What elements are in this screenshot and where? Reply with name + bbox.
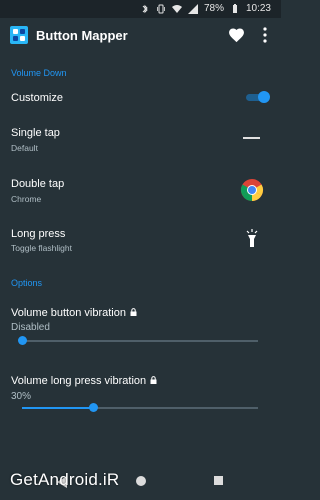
lock-icon (130, 308, 137, 316)
app-logo-icon (10, 26, 28, 44)
battery-percent: 78% (203, 3, 224, 14)
app-bar: Button Mapper (0, 18, 281, 56)
vibration-title-text: Volume button vibration (11, 307, 126, 319)
overflow-menu-icon[interactable] (262, 27, 268, 43)
vibration-slider[interactable] (18, 336, 258, 346)
status-bar: 78% 10:23 (0, 0, 281, 18)
slider-thumb[interactable] (88, 403, 98, 412)
status-icons: 78% 10:23 (140, 3, 271, 14)
slider-thumb[interactable] (18, 336, 27, 345)
customize-toggle[interactable] (244, 91, 270, 103)
double-tap-summary: Chrome (11, 194, 42, 204)
section-header-options: Options (11, 278, 43, 288)
single-tap-summary: Default (11, 143, 38, 153)
long-press-vibration-value: 30% (11, 391, 32, 402)
flashlight-icon (246, 229, 258, 247)
recents-icon[interactable] (214, 476, 223, 485)
section-header-volume-down: Volume Down (11, 68, 67, 78)
double-tap-title: Double tap (11, 178, 65, 190)
clock: 10:23 (245, 3, 271, 14)
long-press-title: Long press (11, 228, 66, 240)
long-press-summary: Toggle flashlight (11, 243, 72, 253)
lock-icon (150, 376, 157, 384)
chrome-icon (241, 179, 263, 201)
app-title: Button Mapper (36, 28, 128, 43)
signal-icon (187, 3, 198, 14)
long-press-vibration-slider[interactable] (22, 403, 258, 413)
home-icon[interactable] (136, 476, 146, 486)
default-action-dash-icon (243, 137, 260, 139)
favorite-heart-icon[interactable] (228, 27, 245, 43)
slider-fill (22, 407, 93, 409)
vibration-value: Disabled (11, 322, 50, 333)
bluetooth-icon (142, 4, 148, 13)
single-tap-title: Single tap (11, 127, 60, 139)
wifi-icon (171, 4, 182, 13)
vibrate-icon (157, 4, 165, 13)
vibration-title: Volume button vibration (11, 307, 137, 319)
long-press-vibration-title-text: Volume long press vibration (11, 375, 147, 387)
watermark: GetAndroid.iR (10, 470, 120, 489)
long-press-vibration-title: Volume long press vibration (11, 375, 157, 387)
battery-icon (232, 3, 237, 13)
slider-track (22, 340, 258, 342)
toggle-thumb (258, 91, 270, 103)
customize-label: Customize (11, 92, 63, 104)
